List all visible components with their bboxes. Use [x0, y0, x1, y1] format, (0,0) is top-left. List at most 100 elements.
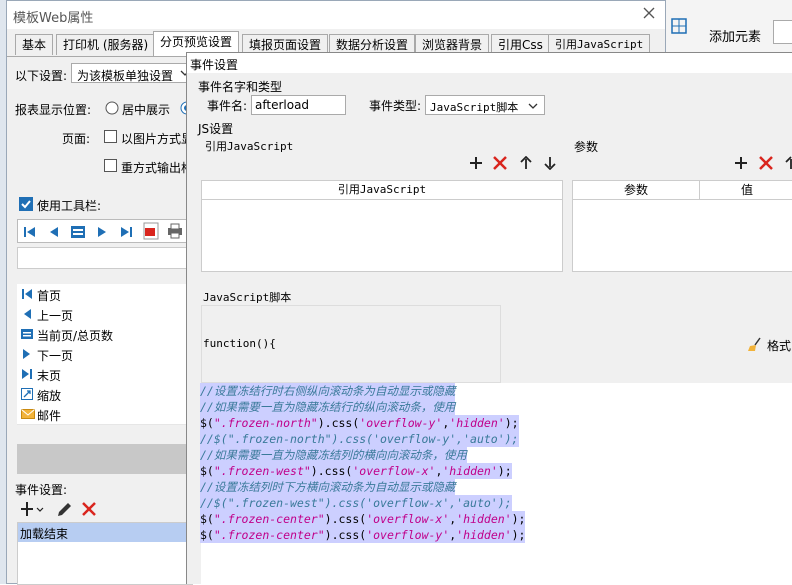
move-up-param-icon[interactable] — [785, 156, 792, 170]
event-name-field[interactable]: afterload — [251, 95, 346, 115]
prev-page-icon — [21, 308, 33, 320]
list-item[interactable]: 首页 — [17, 284, 187, 305]
list-item-label: 上一页 — [37, 309, 74, 323]
add-param-icon[interactable] — [734, 156, 748, 170]
move-up-icon[interactable] — [520, 156, 532, 170]
event-list: 加载结束 — [17, 522, 193, 585]
pdf-icon[interactable] — [142, 222, 160, 240]
script-label: JavaScript脚本 — [203, 291, 292, 304]
code-token: //$(".frozen-west").css('overflow-x','au… — [200, 496, 512, 510]
ref-js-table: 引用JavaScript — [201, 180, 563, 272]
page-label: 页面: — [62, 132, 91, 146]
add-element-field[interactable] — [773, 20, 792, 44]
code-token: //如果需要一直为隐藏冻结列的横向向滚动条，使用 — [200, 448, 467, 462]
dialog-title: 事件设置 — [190, 58, 239, 72]
event-name-label: 事件名: — [207, 99, 248, 113]
zoom-icon — [21, 388, 33, 400]
repeat-output-checkbox[interactable] — [104, 159, 117, 172]
page-count-icon[interactable] — [70, 224, 86, 240]
list-item-label: 邮件 — [37, 409, 62, 423]
code-token: ); — [497, 464, 512, 478]
edit-event-icon[interactable] — [55, 501, 73, 519]
delete-event-icon[interactable] — [81, 501, 97, 517]
list-item-label: 首页 — [37, 289, 62, 303]
code-token: $( — [200, 416, 214, 430]
code-token: //$(".frozen-north").css('overflow-y','a… — [200, 432, 519, 446]
name-type-group-title: 事件名字和类型 — [198, 80, 283, 94]
list-item-label: 下一页 — [37, 349, 74, 363]
format-label: 格式 — [767, 339, 792, 353]
last-page-icon — [21, 368, 33, 380]
add-event-icon[interactable] — [21, 500, 45, 518]
list-item[interactable]: 邮件 — [17, 404, 187, 425]
code-line: //$(".frozen-west").css('overflow-x','au… — [200, 495, 512, 511]
code-line: $(".frozen-center").css('overflow-y','hi… — [200, 527, 526, 543]
page-count-icon — [21, 328, 33, 340]
broom-icon — [747, 337, 765, 353]
event-type-select[interactable]: JavaScript脚本 — [425, 95, 545, 115]
code-token: 'overflow-y' — [366, 528, 450, 542]
code-line: //如果需要一直为隐藏冻结列的横向向滚动条，使用 — [200, 447, 467, 463]
move-down-icon[interactable] — [544, 156, 556, 170]
code-line: //$(".frozen-north").css('overflow-y','a… — [200, 431, 519, 447]
background-window-panel: 添加元素 — [660, 0, 792, 52]
code-token: ).css( — [324, 528, 367, 542]
list-item[interactable]: 下一页 — [17, 344, 187, 365]
list-item[interactable]: 当前页/总页数 — [17, 324, 187, 345]
next-page-icon[interactable] — [94, 224, 110, 240]
code-token: $( — [200, 464, 214, 478]
params-column-param: 参数 — [573, 181, 700, 200]
image-output-label: 以图片方式显 — [121, 132, 194, 146]
code-line: $(".frozen-north").css('overflow-y','hid… — [200, 415, 519, 431]
list-item[interactable]: 加载结束 — [18, 523, 192, 542]
add-icon[interactable] — [469, 156, 483, 170]
list-item[interactable]: 上一页 — [17, 304, 187, 325]
params-column-value: 值 — [700, 181, 792, 200]
code-token: 'overflow-y' — [359, 416, 443, 430]
delete-param-icon[interactable] — [759, 156, 773, 170]
event-name-value: afterload — [255, 98, 310, 112]
code-token: $( — [200, 528, 214, 542]
code-line: //设置冻结行时右侧纵向滚动条为自动显示或隐藏 — [200, 383, 456, 399]
list-item[interactable]: 末页 — [17, 364, 187, 385]
first-page-icon[interactable] — [22, 224, 38, 240]
delete-icon[interactable] — [493, 156, 507, 170]
add-element-label: 添加元素 — [709, 30, 762, 45]
code-token: $( — [200, 512, 214, 526]
print-icon[interactable] — [166, 223, 184, 239]
params-table: 参数 值 — [572, 180, 792, 272]
code-token: 'overflow-x' — [366, 512, 450, 526]
prev-page-icon[interactable] — [46, 224, 62, 240]
event-settings-label: 事件设置: — [15, 483, 68, 497]
use-toolbar-label: 使用工具栏: — [37, 199, 102, 213]
code-token: 'hidden' — [456, 528, 512, 542]
code-token: ".frozen-center" — [213, 528, 325, 542]
close-icon[interactable] — [641, 5, 657, 21]
code-token: ).css( — [317, 416, 360, 430]
event-type-value: JavaScript脚本 — [430, 101, 519, 114]
list-item-label: 缩放 — [37, 389, 62, 403]
code-token: ); — [511, 512, 526, 526]
setting-label: 以下设置: — [15, 69, 68, 83]
function-header: function(){ — [203, 337, 276, 350]
use-toolbar-checkbox[interactable] — [19, 197, 33, 211]
tab-basic[interactable]: 基本 — [15, 34, 54, 55]
js-group-title: JS设置 — [198, 122, 234, 136]
list-item[interactable]: 缩放 — [17, 384, 187, 405]
code-token: //设置冻结行时右侧纵向滚动条为自动显示或隐藏 — [200, 384, 456, 398]
toolbar-preview — [17, 219, 193, 243]
display-position-label: 报表显示位置: — [15, 103, 92, 117]
next-page-icon — [21, 348, 33, 360]
grid-icon[interactable] — [671, 18, 687, 34]
code-token: ).css( — [310, 464, 353, 478]
event-type-label: 事件类型: — [369, 99, 422, 113]
ref-js-label: 引用JavaScript — [205, 140, 294, 153]
tab-printer[interactable]: 打印机 (服务器) — [56, 34, 156, 55]
mail-icon — [21, 408, 35, 420]
center-radio[interactable] — [105, 101, 119, 115]
center-radio-label: 居中展示 — [122, 103, 171, 117]
image-output-checkbox[interactable] — [104, 130, 117, 143]
setting-select[interactable]: 为该模板单独设置 — [71, 63, 193, 83]
last-page-icon[interactable] — [118, 224, 134, 240]
list-scroll-area — [17, 444, 193, 474]
